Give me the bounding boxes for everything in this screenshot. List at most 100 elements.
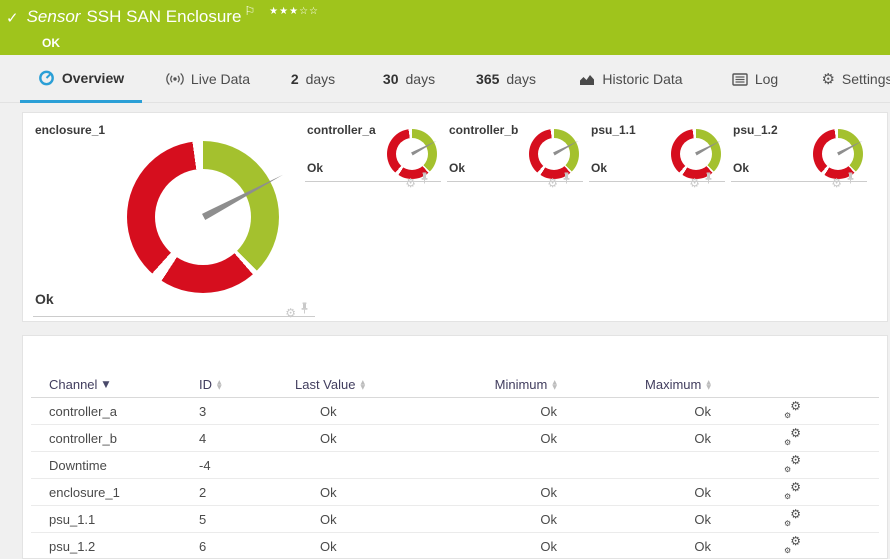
table-header-row: Channel ▼ ID ▲ ▼ Last Value ▲ ▼ Minimum ▲ ▼… [31,372,879,398]
sort-icon: ▲ ▼ [360,378,366,391]
column-header-last-value[interactable]: Last Value ▲ ▼ [295,377,485,392]
gear-icon[interactable]: ⚙ [547,177,558,189]
cell-channel: psu_1.1 [49,511,96,527]
gear-icon[interactable]: ⚙ [689,177,700,189]
channel-settings-icon[interactable]: ⚙ ⚙ [783,535,801,555]
flag-icon[interactable]: ⚐ [244,4,255,18]
cell-maximum: Ok [694,403,711,419]
table-row[interactable]: controller_a 3 Ok Ok Ok ⚙ ⚙ [31,398,879,425]
pin-icon[interactable] [846,171,855,189]
divider [305,181,441,182]
gauge-tile-controller-a[interactable]: controller_a Ok ⚙ [303,117,443,189]
stars-empty-icon[interactable]: ☆☆ [299,6,319,17]
gauge-title: psu_1.1 [591,123,636,137]
stars-filled-icon[interactable]: ★★★ [269,6,299,17]
channel-table-panel: Channel ▼ ID ▲ ▼ Last Value ▲ ▼ Minimum ▲ ▼… [22,335,888,559]
gear-icon[interactable]: ⚙ [831,177,842,189]
table-row[interactable]: Downtime -4 ⚙ ⚙ [31,452,879,479]
sort-icon: ▲ ▼ [217,378,222,391]
gauge-status: Ok [449,161,466,175]
tab-number: 30 [382,71,399,87]
tab-label: Live Data [190,71,251,87]
tab-settings[interactable]: ⚙ Settings [818,55,890,103]
gauge-status: Ok [591,161,608,175]
cell-channel: controller_b [49,430,117,446]
object-type-label: Sensor [26,7,81,26]
gauge-ring [127,141,279,293]
column-header-channel[interactable]: Channel ▼ [49,377,199,392]
status-badge: OK [42,36,60,50]
sensor-header: ✓ Sensor SSH SAN Enclosure ⚐ ★★★☆☆ OK [0,0,890,55]
tab-bar: Overview Live Data 2 days 30 days 365 da… [0,55,890,103]
tab-label: Overview [61,69,125,86]
tab-365-days[interactable]: 365 days [468,55,544,103]
sensor-overview-page: ✓ Sensor SSH SAN Enclosure ⚐ ★★★☆☆ OK Ov… [0,0,890,559]
divider [589,181,725,182]
gauge-status: Ok [733,161,750,175]
gauge-needle [201,172,284,220]
column-label: ID [199,377,212,392]
column-header-minimum[interactable]: Minimum ▲ ▼ [485,377,557,392]
gauge-needle [411,139,437,155]
gauge-title: psu_1.2 [733,123,778,137]
table-row[interactable]: psu_1.2 6 Ok Ok Ok ⚙ ⚙ [31,533,879,559]
gear-icon[interactable]: ⚙ [405,177,416,189]
gauge-needle [553,139,579,155]
cell-maximum: Ok [694,430,711,446]
cell-id: 6 [199,538,207,554]
gauge-needle [695,139,721,155]
channel-settings-icon[interactable]: ⚙ ⚙ [783,481,801,501]
gauge-tile-psu-1-1[interactable]: psu_1.1 Ok ⚙ [587,117,727,189]
chart-icon [579,72,595,86]
tab-label: days [305,71,336,87]
cell-minimum: Ok [540,484,557,500]
tab-2-days[interactable]: 2 days [283,55,343,103]
tab-label: Log [754,71,779,87]
channel-settings-icon[interactable]: ⚙ ⚙ [783,508,801,528]
gauge-tile-enclosure-1[interactable]: enclosure_1 Ok ⚙ [31,117,317,319]
cell-minimum: Ok [540,430,557,446]
channel-settings-icon[interactable]: ⚙ ⚙ [783,427,801,447]
table-row[interactable]: psu_1.1 5 Ok Ok Ok ⚙ ⚙ [31,506,879,533]
tab-label: Historic Data [602,71,683,87]
cell-id: 4 [199,430,207,446]
tab-overview[interactable]: Overview [20,55,142,103]
column-header-id[interactable]: ID ▲ ▼ [199,377,295,392]
cell-channel: enclosure_1 [49,484,120,500]
channel-table: Channel ▼ ID ▲ ▼ Last Value ▲ ▼ Minimum ▲ ▼… [31,372,879,559]
channel-settings-icon[interactable]: ⚙ ⚙ [783,454,801,474]
channel-settings-icon[interactable]: ⚙ ⚙ [783,400,801,420]
gauge-title: controller_a [307,123,376,137]
priority-stars[interactable]: ★★★☆☆ [269,6,319,17]
broadcast-icon [166,72,184,86]
gear-icon[interactable]: ⚙ [285,307,296,319]
gauge-status: Ok [35,291,54,307]
cell-last-value: Ok [320,538,337,554]
cell-channel: psu_1.2 [49,538,96,554]
cell-maximum: Ok [694,484,711,500]
tab-label: days [506,71,536,87]
gauge-tile-controller-b[interactable]: controller_b Ok ⚙ [445,117,585,189]
pin-icon[interactable] [704,171,713,189]
gauge-title: enclosure_1 [35,123,106,137]
cell-last-value: Ok [320,403,337,419]
column-label: Last Value [295,377,356,392]
tab-number: 2 [290,71,299,87]
table-row[interactable]: controller_b 4 Ok Ok Ok ⚙ ⚙ [31,425,879,452]
pin-icon[interactable] [420,171,429,189]
tab-30-days[interactable]: 30 days [375,55,443,103]
table-row[interactable]: enclosure_1 2 Ok Ok Ok ⚙ ⚙ [31,479,879,506]
tab-historic-data[interactable]: Historic Data [575,55,687,103]
tab-log[interactable]: Log [726,55,784,103]
column-header-maximum[interactable]: Maximum ▲ ▼ [557,377,711,392]
gauge-title: controller_b [449,123,519,137]
tab-live-data[interactable]: Live Data [158,55,258,103]
pin-icon[interactable] [562,171,571,189]
sort-desc-icon: ▼ [102,379,110,390]
cell-minimum: Ok [540,511,557,527]
tab-label: Settings [841,71,890,87]
cell-minimum: Ok [540,403,557,419]
cell-maximum: Ok [694,511,711,527]
gauge-tile-psu-1-2[interactable]: psu_1.2 Ok ⚙ [729,117,869,189]
cell-channel: Downtime [49,457,107,473]
